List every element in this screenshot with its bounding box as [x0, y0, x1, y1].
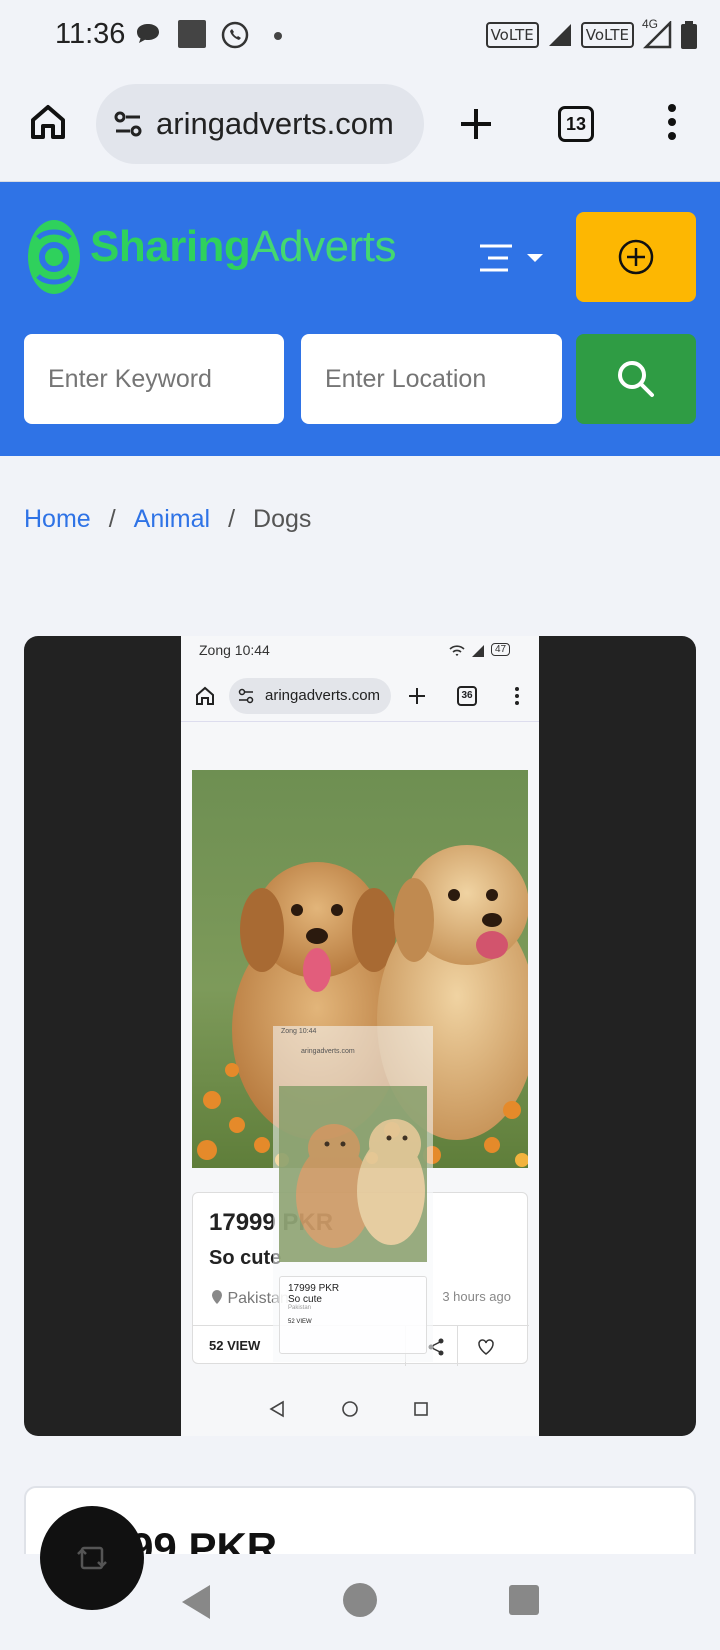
embedded-heart-icon [478, 1339, 494, 1355]
logo-text-sharing: Sharing [90, 222, 251, 271]
breadcrumb-home[interactable]: Home [24, 505, 91, 534]
embedded-wifi-icon [449, 645, 465, 656]
embedded-browser-bar: aringadverts.com 36 [181, 666, 539, 722]
embedded-status-bar: Zong 10:44 47 [181, 636, 539, 666]
logo-icon[interactable] [26, 218, 82, 296]
search-icon [618, 361, 654, 397]
site-logo[interactable]: SharingAdverts [90, 222, 396, 272]
tab-switcher-button[interactable]: 13 [558, 106, 594, 142]
recents-icon[interactable] [508, 1584, 540, 1616]
volte-badge-2: VoLTE [580, 22, 634, 48]
rotate-screen-icon [77, 1546, 107, 1570]
home-icon[interactable] [28, 102, 68, 142]
status-bar: 11:36 VoLTE VoLTE 4G [0, 0, 720, 72]
menu-lines-icon [480, 244, 512, 272]
post-ad-button[interactable] [576, 212, 696, 302]
chat-bubble-icon [137, 24, 159, 43]
embedded-settings-icon [238, 688, 254, 704]
signal-4g-icon: 4G [642, 17, 672, 49]
nested-card: 17999 PKR So cute Pakistan 52 VIEW [279, 1276, 427, 1354]
logo-text-adverts: Adverts [250, 222, 396, 271]
nested-status-time: Zong 10:44 [281, 1028, 317, 1035]
url-text[interactable]: aringadverts.com [156, 106, 418, 142]
ad-image[interactable]: Zong 10:44 47 aringadverts.com 36 17999 … [24, 636, 696, 1436]
nested-puppies-photo [279, 1086, 427, 1262]
embedded-posted-time: 3 hours ago [442, 1289, 511, 1304]
volte-badge-1: VoLTE [485, 22, 539, 48]
keyword-input[interactable] [24, 334, 284, 424]
breadcrumb: Home / Animal / Dogs [24, 505, 311, 534]
network-type: 4G [642, 17, 659, 31]
embedded-url: aringadverts.com [265, 687, 381, 704]
embedded-address-bar: aringadverts.com [229, 678, 391, 714]
search-button[interactable] [576, 334, 696, 424]
breadcrumb-current: Dogs [253, 505, 312, 533]
nested-url: aringadverts.com [301, 1048, 355, 1055]
nested-title: So cute [288, 1294, 322, 1305]
embedded-back-icon [269, 1400, 284, 1418]
embedded-title: So cute [209, 1247, 282, 1269]
gallery-icon [178, 20, 206, 48]
embedded-home-icon [196, 686, 214, 705]
site-settings-icon[interactable] [112, 108, 144, 140]
whatsapp-icon [221, 21, 249, 49]
menu-toggle-button[interactable] [476, 240, 546, 276]
location-input[interactable] [301, 334, 562, 424]
embedded-recents-icon [414, 1402, 428, 1416]
breadcrumb-animal[interactable]: Animal [134, 505, 210, 534]
embedded-tab-count: 36 [457, 686, 477, 706]
nested-views: 52 VIEW [288, 1319, 312, 1325]
nested-screenshot: Zong 10:44 aringadverts.com 17999 PKR So… [273, 1026, 433, 1362]
embedded-screenshot: Zong 10:44 47 aringadverts.com 36 17999 … [181, 636, 539, 1436]
address-bar[interactable]: aringadverts.com [96, 84, 424, 164]
embedded-signal-icon [472, 645, 484, 657]
embedded-status-time: Zong 10:44 [199, 642, 270, 658]
embedded-plus-icon [409, 688, 425, 704]
embedded-nav-bar [181, 1384, 539, 1436]
floating-rotate-button[interactable] [40, 1506, 144, 1610]
notification-dot-icon [274, 32, 282, 40]
embedded-menu-icon [515, 687, 519, 705]
browser-toolbar: aringadverts.com 13 [0, 72, 720, 182]
status-time: 11:36 [55, 18, 126, 50]
new-tab-icon[interactable] [456, 104, 496, 144]
embedded-pin-icon [212, 1290, 222, 1304]
embedded-home-button-icon [342, 1401, 358, 1417]
back-icon[interactable] [178, 1582, 214, 1622]
battery-icon [681, 21, 697, 49]
embedded-battery: 47 [491, 643, 511, 656]
signal-icon [548, 24, 571, 46]
chevron-down-icon [527, 254, 543, 262]
site-header: SharingAdverts [0, 182, 720, 456]
nested-location: Pakistan [288, 1305, 312, 1311]
breadcrumb-separator: / [108, 505, 116, 533]
breadcrumb-separator: / [228, 505, 236, 533]
more-menu-icon[interactable] [664, 102, 680, 142]
plus-circle-icon [618, 239, 654, 275]
embedded-views: 52 VIEW [209, 1338, 261, 1353]
nested-price: 17999 PKR [288, 1283, 340, 1294]
home-button-icon[interactable] [342, 1582, 378, 1618]
